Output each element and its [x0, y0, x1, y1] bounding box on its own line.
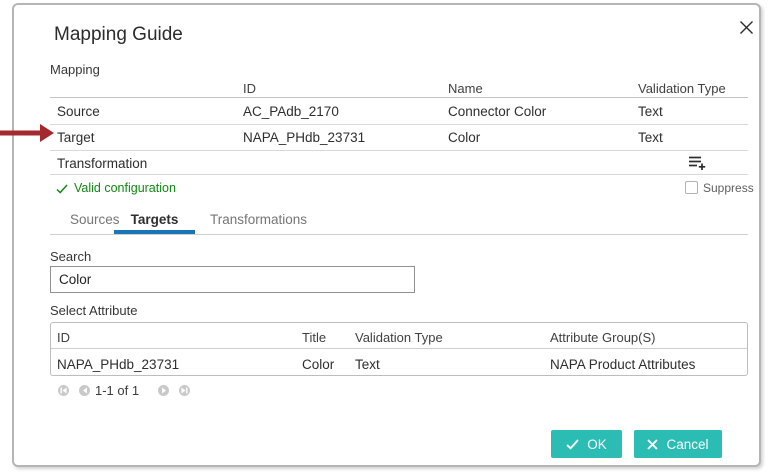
search-input[interactable] [50, 266, 415, 293]
source-validation-type: Text [638, 104, 663, 119]
attr-row-title[interactable]: Color [302, 357, 334, 372]
active-tab-indicator [114, 230, 195, 234]
cancel-button-label: Cancel [666, 437, 708, 452]
pager-prev-button[interactable] [79, 385, 90, 396]
divider [50, 124, 748, 125]
pager-next-button[interactable] [158, 385, 169, 396]
tab-divider [50, 234, 748, 235]
search-label: Search [50, 249, 91, 264]
divider [50, 150, 748, 151]
row-label: Source [57, 104, 100, 119]
add-transformation-button[interactable] [685, 152, 709, 174]
next-page-icon [161, 387, 167, 394]
last-page-icon [181, 387, 188, 394]
tab-targets[interactable]: Targets [114, 212, 195, 227]
attr-col-title: Title [302, 330, 326, 345]
divider [50, 174, 748, 175]
source-name: Connector Color [448, 104, 546, 119]
attr-row-attribute-groups[interactable]: NAPA Product Attributes [550, 357, 695, 372]
previous-page-icon [82, 387, 88, 394]
valid-check-icon [56, 184, 68, 194]
valid-configuration-label: Valid configuration [74, 181, 176, 195]
mapping-col-id: ID [243, 81, 256, 96]
row-label: Target [57, 130, 95, 145]
mapping-col-validation-type: Validation Type [638, 81, 726, 96]
playlist-add-icon [688, 155, 707, 171]
pager-first-button[interactable] [58, 385, 69, 396]
pager-last-button[interactable] [179, 385, 190, 396]
ok-button-label: OK [587, 437, 607, 452]
first-page-icon [60, 387, 67, 394]
divider [50, 97, 748, 98]
suppress-checkbox[interactable] [685, 181, 698, 194]
mapping-section-label: Mapping [50, 62, 100, 77]
target-name: Color [448, 130, 480, 145]
attr-col-id: ID [57, 330, 70, 345]
select-attribute-label: Select Attribute [50, 303, 137, 318]
suppress-label: Suppress [703, 181, 754, 195]
close-icon [739, 20, 754, 35]
attr-row-id[interactable]: NAPA_PHdb_23731 [57, 357, 179, 372]
target-row-annotation-arrow [0, 123, 56, 143]
tab-transformations[interactable]: Transformations [210, 212, 307, 227]
pagination-status: 1-1 of 1 [95, 383, 139, 398]
close-button[interactable] [733, 14, 759, 40]
attr-row-validation-type[interactable]: Text [355, 357, 380, 372]
dialog-title: Mapping Guide [54, 24, 183, 46]
check-icon [566, 439, 579, 450]
target-id: NAPA_PHdb_23731 [243, 130, 365, 145]
target-validation-type: Text [638, 130, 663, 145]
attr-col-validation-type: Validation Type [355, 330, 443, 345]
tab-sources[interactable]: Sources [70, 212, 120, 227]
transformation-row-label: Transformation [57, 156, 147, 171]
attr-col-attribute-groups: Attribute Group(S) [550, 330, 656, 345]
divider [51, 348, 747, 349]
cancel-button[interactable]: Cancel [634, 430, 722, 458]
x-icon [647, 439, 658, 450]
ok-button[interactable]: OK [551, 430, 622, 458]
mapping-col-name: Name [448, 81, 483, 96]
source-id: AC_PAdb_2170 [243, 104, 339, 119]
